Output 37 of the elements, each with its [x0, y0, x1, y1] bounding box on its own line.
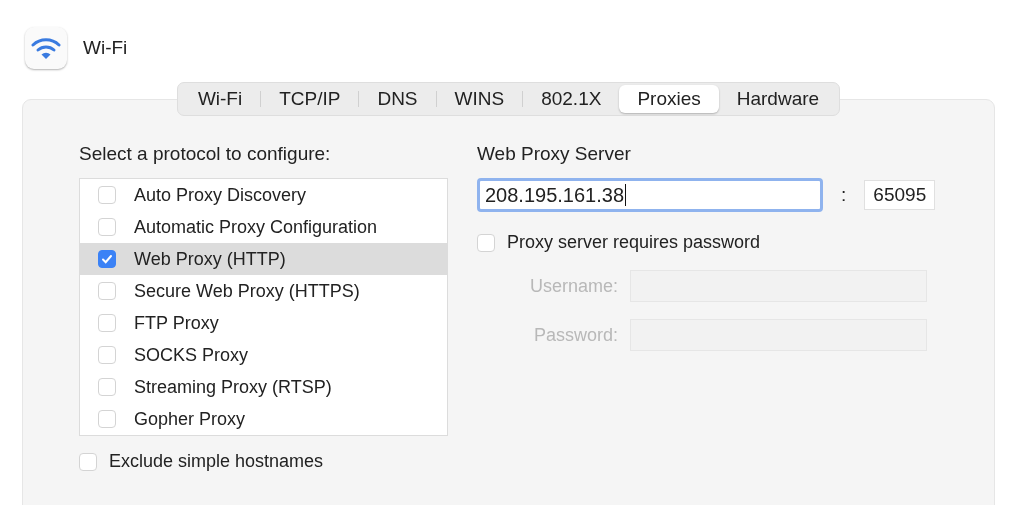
section-heading: Web Proxy Server	[477, 142, 632, 166]
tab[interactable]: Proxies	[619, 85, 719, 113]
protocol-label: FTP Proxy	[134, 312, 219, 334]
checkbox[interactable]	[98, 250, 116, 268]
checkbox-label: Exclude simple hostnames	[109, 451, 324, 472]
protocol-row[interactable]: Web Proxy (HTTP)	[80, 243, 447, 275]
protocol-label: SOCKS Proxy	[134, 344, 249, 366]
protocol-label: Secure Web Proxy (HTTPS)	[134, 280, 360, 302]
protocol-label: Automatic Proxy Configuration	[134, 216, 378, 238]
protocol-row[interactable]: FTP Proxy	[80, 307, 447, 339]
window-title: Wi-Fi	[83, 37, 128, 59]
port-separator: :	[840, 184, 848, 206]
tab[interactable]: 802.1X	[523, 85, 620, 113]
protocol-row[interactable]: SOCKS Proxy	[80, 339, 447, 371]
checkbox-label: Proxy server requires password	[507, 232, 761, 253]
host-value: 208.195.161.38	[485, 183, 625, 207]
protocol-row[interactable]: Gopher Proxy	[80, 403, 447, 435]
tab[interactable]: DNS	[359, 85, 436, 113]
protocol-label: Web Proxy (HTTP)	[134, 248, 286, 270]
wifi-icon	[31, 36, 61, 60]
port-field[interactable]: 65095	[864, 180, 936, 210]
field-label: Username:	[528, 275, 618, 297]
protocol-label: Auto Proxy Discovery	[134, 184, 307, 206]
protocol-row[interactable]: Secure Web Proxy (HTTPS)	[80, 275, 447, 307]
section-heading: Select a protocol to configure:	[79, 142, 332, 166]
checkmark-icon	[101, 253, 113, 265]
protocol-row[interactable]: Streaming Proxy (RTSP)	[80, 371, 447, 403]
protocol-row[interactable]: Auto Proxy Discovery	[80, 179, 447, 211]
protocol-row[interactable]: Automatic Proxy Configuration	[80, 211, 447, 243]
tab[interactable]: Wi-Fi	[179, 85, 261, 113]
protocol-label: Gopher Proxy	[134, 408, 246, 430]
protocol-label: Streaming Proxy (RTSP)	[134, 376, 332, 398]
host-field[interactable]: 208.195.161.38	[477, 178, 823, 212]
tab[interactable]: TCP/IP	[261, 85, 359, 113]
tab[interactable]: Hardware	[718, 85, 838, 113]
field-label: Password:	[532, 324, 618, 346]
tab[interactable]: WINS	[436, 85, 523, 113]
